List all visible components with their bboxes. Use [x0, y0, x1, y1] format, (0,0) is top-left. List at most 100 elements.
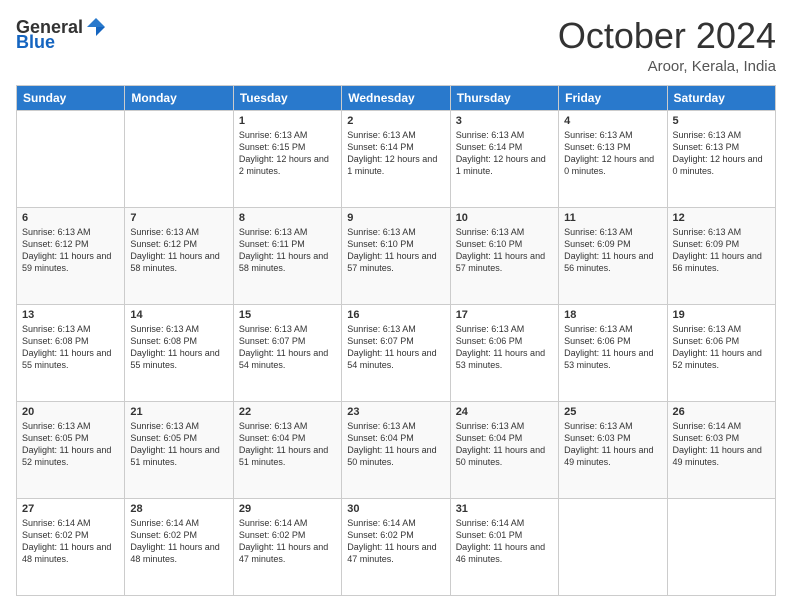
- calendar-cell: 18Sunrise: 6:13 AM Sunset: 6:06 PM Dayli…: [559, 304, 667, 401]
- calendar-cell: 15 Sunrise: 6:13 AM Sunset: 6:07 PM Dayli…: [233, 304, 341, 401]
- cell-info: Sunrise: 6:13 AM Sunset: 6:09 PM Dayligh…: [564, 226, 661, 275]
- day-number: 16: [347, 309, 444, 321]
- calendar-cell: 29 Sunrise: 6:14 AM Sunset: 6:02 PM Dayli…: [233, 498, 341, 595]
- cell-info: Sunrise: 6:13 AM Sunset: 6:14 PM Dayligh…: [456, 129, 553, 178]
- calendar-cell: 13 Sunrise: 6:13 AM Sunset: 6:08 PM Dayli…: [17, 304, 125, 401]
- calendar-week-row: 27 Sunrise: 6:14 AM Sunset: 6:02 PM Dayli…: [17, 498, 776, 595]
- day-number: 25: [564, 406, 661, 418]
- calendar-cell: 8 Sunrise: 6:13 AM Sunset: 6:11 PM Daylig…: [233, 207, 341, 304]
- day-number: 22: [239, 406, 336, 418]
- cell-info: Sunrise: 6:13 AM Sunset: 6:04 PM Dayligh…: [456, 420, 553, 469]
- day-number: 5: [673, 115, 770, 127]
- calendar-cell: 27 Sunrise: 6:14 AM Sunset: 6:02 PM Dayli…: [17, 498, 125, 595]
- cell-info: Sunrise: 6:13 AM Sunset: 6:15 PM Dayligh…: [239, 129, 336, 178]
- day-number: 1: [239, 115, 336, 127]
- day-number: 31: [456, 503, 553, 515]
- calendar-week-row: 20Sunrise: 6:13 AM Sunset: 6:05 PM Dayli…: [17, 401, 776, 498]
- cell-info: Sunrise: 6:14 AM Sunset: 6:03 PM Dayligh…: [673, 420, 770, 469]
- calendar-cell: 20Sunrise: 6:13 AM Sunset: 6:05 PM Dayli…: [17, 401, 125, 498]
- cell-info: Sunrise: 6:13 AM Sunset: 6:07 PM Dayligh…: [239, 323, 336, 372]
- calendar-cell: 22Sunrise: 6:13 AM Sunset: 6:04 PM Dayli…: [233, 401, 341, 498]
- cell-info: Sunrise: 6:13 AM Sunset: 6:12 PM Dayligh…: [130, 226, 227, 275]
- logo-blue: Blue: [16, 32, 107, 53]
- calendar-cell: 5 Sunrise: 6:13 AM Sunset: 6:13 PM Daylig…: [667, 110, 775, 207]
- day-number: 13: [22, 309, 119, 321]
- month-title: October 2024: [558, 16, 776, 56]
- header: General Blue October 2024 Aroor, Kerala,…: [16, 16, 776, 75]
- title-area: October 2024 Aroor, Kerala, India: [558, 16, 776, 75]
- day-header-tuesday: Tuesday: [233, 85, 341, 110]
- day-number: 4: [564, 115, 661, 127]
- day-header-wednesday: Wednesday: [342, 85, 450, 110]
- calendar-week-row: 13 Sunrise: 6:13 AM Sunset: 6:08 PM Dayli…: [17, 304, 776, 401]
- calendar-cell: 3Sunrise: 6:13 AM Sunset: 6:14 PM Daylig…: [450, 110, 558, 207]
- day-number: 2: [347, 115, 444, 127]
- cell-info: Sunrise: 6:14 AM Sunset: 6:02 PM Dayligh…: [239, 517, 336, 566]
- day-number: 28: [130, 503, 227, 515]
- cell-info: Sunrise: 6:13 AM Sunset: 6:08 PM Dayligh…: [22, 323, 119, 372]
- calendar-cell: 9 Sunrise: 6:13 AM Sunset: 6:10 PM Daylig…: [342, 207, 450, 304]
- location: Aroor, Kerala, India: [558, 58, 776, 75]
- day-number: 24: [456, 406, 553, 418]
- calendar-cell: 4 Sunrise: 6:13 AM Sunset: 6:13 PM Daylig…: [559, 110, 667, 207]
- calendar-cell: [17, 110, 125, 207]
- cell-info: Sunrise: 6:13 AM Sunset: 6:07 PM Dayligh…: [347, 323, 444, 372]
- calendar-cell: 6Sunrise: 6:13 AM Sunset: 6:12 PM Daylig…: [17, 207, 125, 304]
- cell-info: Sunrise: 6:13 AM Sunset: 6:13 PM Dayligh…: [564, 129, 661, 178]
- calendar-cell: 19Sunrise: 6:13 AM Sunset: 6:06 PM Dayli…: [667, 304, 775, 401]
- cell-info: Sunrise: 6:13 AM Sunset: 6:10 PM Dayligh…: [456, 226, 553, 275]
- day-number: 11: [564, 212, 661, 224]
- cell-info: Sunrise: 6:13 AM Sunset: 6:13 PM Dayligh…: [673, 129, 770, 178]
- calendar-week-row: 1 Sunrise: 6:13 AM Sunset: 6:15 PM Daylig…: [17, 110, 776, 207]
- day-number: 12: [673, 212, 770, 224]
- day-number: 23: [347, 406, 444, 418]
- day-header-thursday: Thursday: [450, 85, 558, 110]
- calendar-cell: 26 Sunrise: 6:14 AM Sunset: 6:03 PM Dayli…: [667, 401, 775, 498]
- calendar-cell: 28Sunrise: 6:14 AM Sunset: 6:02 PM Dayli…: [125, 498, 233, 595]
- day-number: 15: [239, 309, 336, 321]
- calendar-cell: 7 Sunrise: 6:13 AM Sunset: 6:12 PM Daylig…: [125, 207, 233, 304]
- calendar-cell: 12 Sunrise: 6:13 AM Sunset: 6:09 PM Dayli…: [667, 207, 775, 304]
- calendar-cell: 23 Sunrise: 6:13 AM Sunset: 6:04 PM Dayli…: [342, 401, 450, 498]
- calendar-cell: [559, 498, 667, 595]
- cell-info: Sunrise: 6:13 AM Sunset: 6:08 PM Dayligh…: [130, 323, 227, 372]
- calendar-page: General Blue October 2024 Aroor, Kerala,…: [0, 0, 792, 612]
- calendar-table: SundayMondayTuesdayWednesdayThursdayFrid…: [16, 85, 776, 596]
- calendar-header-row: SundayMondayTuesdayWednesdayThursdayFrid…: [17, 85, 776, 110]
- cell-info: Sunrise: 6:13 AM Sunset: 6:05 PM Dayligh…: [22, 420, 119, 469]
- calendar-cell: 17 Sunrise: 6:13 AM Sunset: 6:06 PM Dayli…: [450, 304, 558, 401]
- day-number: 14: [130, 309, 227, 321]
- cell-info: Sunrise: 6:13 AM Sunset: 6:10 PM Dayligh…: [347, 226, 444, 275]
- day-number: 7: [130, 212, 227, 224]
- day-header-sunday: Sunday: [17, 85, 125, 110]
- day-number: 26: [673, 406, 770, 418]
- calendar-cell: 1 Sunrise: 6:13 AM Sunset: 6:15 PM Daylig…: [233, 110, 341, 207]
- cell-info: Sunrise: 6:13 AM Sunset: 6:06 PM Dayligh…: [456, 323, 553, 372]
- calendar-cell: 30Sunrise: 6:14 AM Sunset: 6:02 PM Dayli…: [342, 498, 450, 595]
- day-number: 10: [456, 212, 553, 224]
- calendar-cell: 24 Sunrise: 6:13 AM Sunset: 6:04 PM Dayli…: [450, 401, 558, 498]
- logo-area: General Blue: [16, 16, 107, 53]
- day-header-friday: Friday: [559, 85, 667, 110]
- day-number: 17: [456, 309, 553, 321]
- calendar-cell: 31 Sunrise: 6:14 AM Sunset: 6:01 PM Dayli…: [450, 498, 558, 595]
- day-number: 27: [22, 503, 119, 515]
- day-number: 6: [22, 212, 119, 224]
- cell-info: Sunrise: 6:13 AM Sunset: 6:04 PM Dayligh…: [347, 420, 444, 469]
- day-number: 18: [564, 309, 661, 321]
- cell-info: Sunrise: 6:13 AM Sunset: 6:11 PM Dayligh…: [239, 226, 336, 275]
- day-number: 8: [239, 212, 336, 224]
- day-header-monday: Monday: [125, 85, 233, 110]
- day-number: 29: [239, 503, 336, 515]
- cell-info: Sunrise: 6:13 AM Sunset: 6:03 PM Dayligh…: [564, 420, 661, 469]
- cell-info: Sunrise: 6:14 AM Sunset: 6:01 PM Dayligh…: [456, 517, 553, 566]
- cell-info: Sunrise: 6:13 AM Sunset: 6:06 PM Dayligh…: [673, 323, 770, 372]
- cell-info: Sunrise: 6:14 AM Sunset: 6:02 PM Dayligh…: [347, 517, 444, 566]
- cell-info: Sunrise: 6:14 AM Sunset: 6:02 PM Dayligh…: [22, 517, 119, 566]
- day-number: 9: [347, 212, 444, 224]
- calendar-week-row: 6 Sunrise: 6:13 AM Sunset: 6:12 PM Daylig…: [17, 207, 776, 304]
- cell-info: Sunrise: 6:13 AM Sunset: 6:09 PM Dayligh…: [673, 226, 770, 275]
- calendar-cell: 11 Sunrise: 6:13 AM Sunset: 6:09 PM Dayli…: [559, 207, 667, 304]
- day-header-saturday: Saturday: [667, 85, 775, 110]
- calendar-cell: 2Sunrise: 6:13 AM Sunset: 6:14 PM Daylig…: [342, 110, 450, 207]
